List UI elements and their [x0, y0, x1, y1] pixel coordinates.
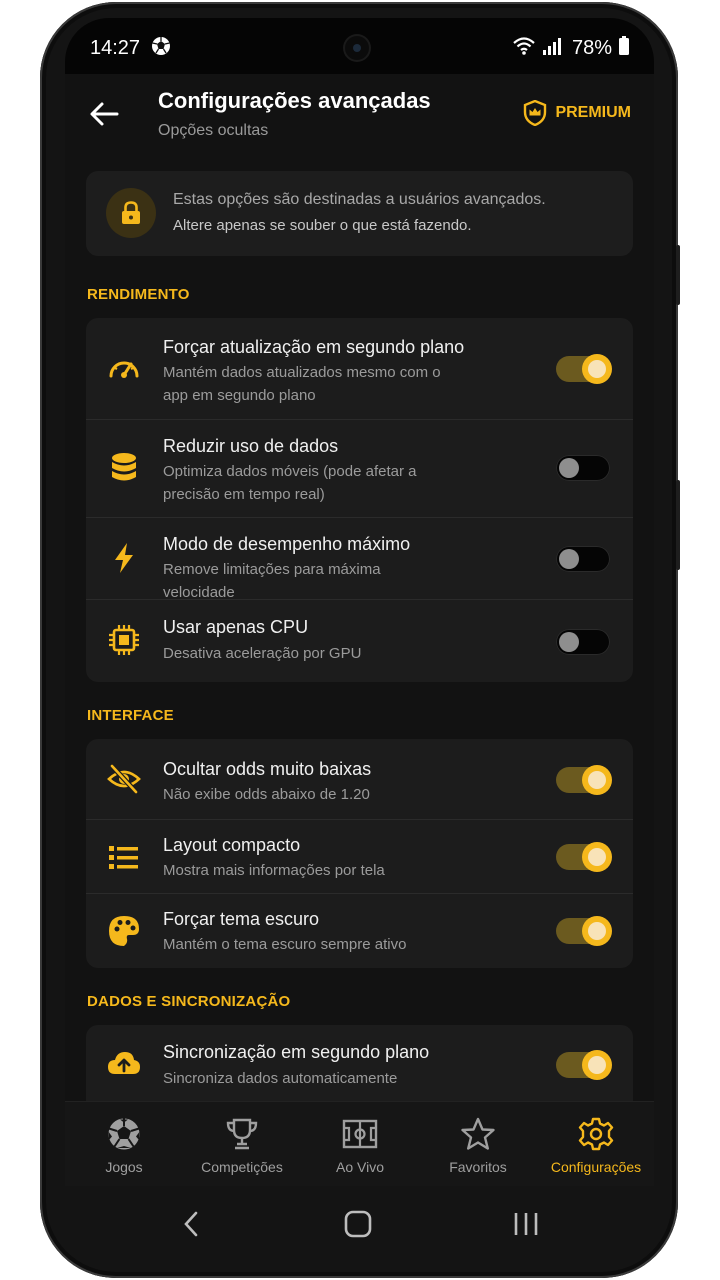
toggle-switch-on[interactable]	[556, 842, 612, 872]
soccer-notification-icon	[151, 36, 171, 61]
toggle-switch-on[interactable]	[556, 354, 612, 384]
advanced-warning-notice: Estas opções são destinadas a usuários a…	[86, 171, 633, 256]
setting-row-compact-layout[interactable]: Layout compacto Mostra mais informações …	[86, 819, 633, 894]
setting-title: Forçar tema escuro	[163, 909, 320, 929]
trophy-icon	[226, 1118, 258, 1150]
toggle-switch-off[interactable]	[556, 455, 610, 481]
premium-label: PREMIUM	[555, 104, 631, 121]
phone-side-button	[676, 480, 680, 570]
section-title-interface: INTERFACE	[87, 707, 174, 724]
nav-item-jogos[interactable]: Jogos	[65, 1102, 183, 1186]
battery-icon	[618, 36, 630, 61]
system-back-button[interactable]	[171, 1208, 211, 1240]
back-button[interactable]	[87, 96, 123, 132]
performance-settings-card: Forçar atualização em segundo plano Mant…	[86, 318, 633, 682]
setting-title: Forçar atualização em segundo plano	[163, 337, 465, 357]
nav-label: Favoritos	[449, 1159, 507, 1175]
cpu-chip-icon	[106, 622, 142, 658]
nav-item-competicoes[interactable]: Competições	[183, 1102, 301, 1186]
setting-description: Mantém dados atualizados mesmo com o app…	[163, 364, 441, 404]
interface-settings-card: Ocultar odds muito baixas Não exibe odds…	[86, 739, 633, 968]
setting-description: Mantém o tema escuro sempre ativo	[163, 936, 407, 953]
setting-row-background-refresh[interactable]: Forçar atualização em segundo plano Mant…	[86, 318, 633, 419]
status-time: 14:27	[90, 37, 141, 59]
setting-row-cpu-only[interactable]: Usar apenas CPU Desativa aceleração por …	[86, 599, 633, 682]
app-screen: 14:27 78% Configurações avançadas Opções…	[65, 18, 654, 1186]
notice-line-1: Estas opções são destinadas a usuários a…	[173, 191, 546, 208]
battery-percentage: 78%	[571, 37, 612, 59]
setting-description: Optimiza dados móveis (pode afetar a pre…	[163, 463, 417, 503]
toggle-switch-off[interactable]	[556, 546, 610, 572]
section-title-sync: DADOS E SINCRONIZAÇÃO	[87, 993, 291, 1010]
lock-icon	[122, 201, 140, 224]
setting-row-max-performance[interactable]: Modo de desempenho máximo Remove limitaç…	[86, 517, 633, 601]
setting-description: Desativa aceleração por GPU	[163, 645, 362, 662]
section-title-performance: RENDIMENTO	[87, 286, 190, 303]
shield-crown-icon	[524, 100, 547, 126]
notice-line-2: Altere apenas se souber o que está fazen…	[173, 217, 472, 234]
speedometer-icon	[106, 351, 142, 387]
app-header: Configurações avançadas Opções ocultas P…	[65, 74, 654, 174]
chevron-left-icon	[184, 1211, 198, 1237]
setting-description: Mostra mais informações por tela	[163, 862, 385, 879]
setting-title: Reduzir uso de dados	[163, 436, 339, 456]
database-icon	[106, 450, 142, 486]
lock-badge	[106, 188, 156, 238]
setting-description: Remove limitações para máxima velocidade	[163, 561, 381, 601]
toggle-switch-on[interactable]	[556, 1050, 612, 1080]
field-icon	[342, 1119, 378, 1149]
setting-description: Não exibe odds abaixo de 1.20	[163, 786, 370, 803]
signal-icon	[542, 36, 562, 61]
status-bar: 14:27 78%	[65, 18, 654, 74]
nav-label: Ao Vivo	[336, 1159, 384, 1175]
nav-item-favoritos[interactable]: Favoritos	[419, 1102, 537, 1186]
nav-label: Configurações	[550, 1159, 642, 1175]
page-title: Configurações avançadas	[158, 88, 431, 113]
wifi-icon	[512, 36, 536, 61]
setting-description: Sincroniza dados automaticamente	[163, 1070, 398, 1087]
page-subtitle: Opções ocultas	[158, 122, 269, 139]
system-recents-button[interactable]	[506, 1208, 546, 1240]
setting-row-hide-low-odds[interactable]: Ocultar odds muito baixas Não exibe odds…	[86, 739, 633, 819]
toggle-switch-off[interactable]	[556, 629, 610, 655]
nav-item-configuracoes[interactable]: Configurações	[537, 1102, 654, 1186]
setting-title: Usar apenas CPU	[163, 617, 309, 637]
home-square-icon	[344, 1210, 372, 1238]
eye-off-icon	[106, 761, 142, 797]
palette-icon	[106, 913, 142, 949]
premium-badge[interactable]: PREMIUM	[523, 100, 631, 126]
bottom-navigation: Jogos Competições Ao Vivo Favoritos Conf…	[65, 1101, 654, 1186]
list-icon	[106, 839, 142, 875]
cloud-upload-icon	[106, 1046, 142, 1082]
setting-title: Layout compacto	[163, 835, 301, 855]
nav-item-ao-vivo[interactable]: Ao Vivo	[301, 1102, 419, 1186]
recents-icon	[514, 1213, 538, 1235]
setting-row-reduce-data[interactable]: Reduzir uso de dados Optimiza dados móve…	[86, 419, 633, 518]
toggle-switch-on[interactable]	[556, 916, 612, 946]
front-camera	[345, 36, 369, 60]
nav-label: Competições	[201, 1159, 283, 1175]
setting-title: Sincronização em segundo plano	[163, 1042, 430, 1062]
toggle-switch-on[interactable]	[556, 765, 612, 795]
setting-title: Modo de desempenho máximo	[163, 534, 411, 554]
star-icon	[461, 1117, 495, 1150]
phone-side-button	[676, 245, 680, 305]
arrow-left-icon	[90, 102, 119, 126]
setting-row-background-sync[interactable]: Sincronização em segundo plano Sincroniz…	[86, 1025, 633, 1103]
system-home-button[interactable]	[338, 1208, 378, 1240]
lightning-bolt-icon	[106, 540, 142, 576]
system-navigation-bar	[65, 1186, 654, 1262]
gear-icon	[578, 1117, 614, 1151]
soccer-ball-icon	[108, 1118, 140, 1150]
nav-label: Jogos	[105, 1159, 143, 1175]
setting-row-force-dark-theme[interactable]: Forçar tema escuro Mantém o tema escuro …	[86, 893, 633, 968]
setting-title: Ocultar odds muito baixas	[163, 759, 372, 779]
